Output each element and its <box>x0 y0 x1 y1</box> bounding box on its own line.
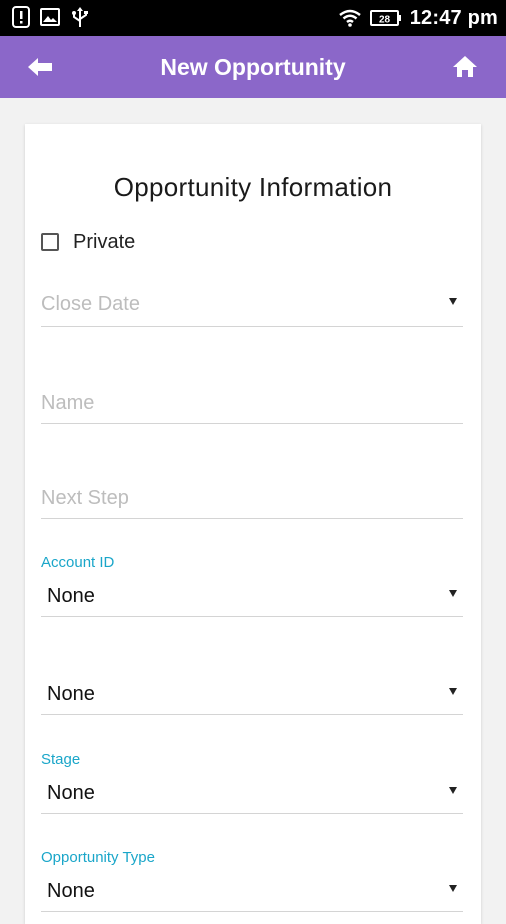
next-step-placeholder: Next Step <box>41 487 129 509</box>
stage-label: Stage <box>41 751 81 768</box>
close-date-placeholder: Close Date <box>41 293 140 315</box>
account-id-select[interactable]: None <box>41 584 463 617</box>
dropdown-arrow-icon <box>449 787 457 794</box>
account-id-label: Account ID <box>41 554 115 571</box>
section-title: Opportunity Information <box>113 172 393 202</box>
opportunity-type-value: None <box>47 880 95 902</box>
dropdown-arrow-icon <box>449 590 457 597</box>
battery-level: 28 <box>379 15 391 26</box>
name-input[interactable]: Name <box>41 391 463 424</box>
app-bar: New Opportunity <box>0 36 506 98</box>
form-card: Opportunity Information Private Close Da… <box>25 124 481 924</box>
private-checkbox[interactable] <box>41 233 59 251</box>
unlabeled-select-value: None <box>47 683 95 705</box>
dropdown-arrow-icon <box>449 688 457 695</box>
name-placeholder: Name <box>41 392 95 414</box>
dropdown-arrow-icon <box>449 298 457 305</box>
battery-icon: 28 <box>369 9 402 27</box>
private-label: Private <box>73 230 136 253</box>
opportunity-type-label: Opportunity Type <box>41 849 155 866</box>
opportunity-type-select[interactable]: None <box>41 879 463 912</box>
image-icon <box>40 8 60 26</box>
alert-icon <box>12 6 30 28</box>
status-bar: 28 12:47 pm <box>0 0 506 36</box>
next-step-input[interactable]: Next Step <box>41 486 463 519</box>
account-id-value: None <box>47 585 95 607</box>
dropdown-arrow-icon <box>449 885 457 892</box>
usb-icon <box>70 6 90 28</box>
stage-select[interactable]: None <box>41 781 463 814</box>
home-button[interactable] <box>450 54 480 80</box>
close-date-select[interactable]: Close Date <box>41 292 463 327</box>
stage-value: None <box>47 782 95 804</box>
status-time: 12:47 pm <box>409 6 498 29</box>
wifi-icon <box>338 8 362 28</box>
status-right: 28 12:47 pm <box>338 0 498 36</box>
unlabeled-select[interactable]: None <box>41 682 463 715</box>
page-title: New Opportunity <box>160 54 346 80</box>
private-checkbox-row[interactable]: Private <box>41 228 135 256</box>
home-icon <box>450 54 480 80</box>
status-left-icons <box>12 6 90 28</box>
